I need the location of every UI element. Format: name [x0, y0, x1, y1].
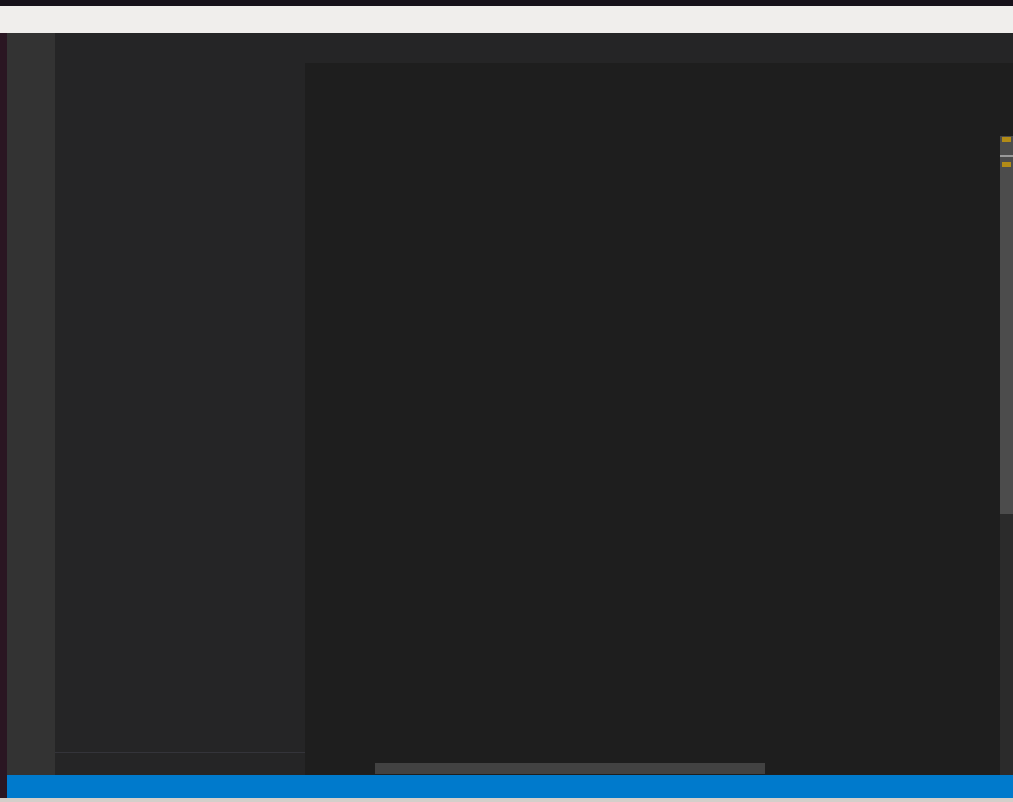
ruler-cursor-marker — [1000, 155, 1013, 157]
activity-bar — [7, 33, 55, 775]
overview-ruler[interactable] — [1000, 136, 1013, 775]
desktop-left-edge — [0, 33, 7, 798]
ruler-warning-marker — [1002, 162, 1011, 167]
tab-bar — [305, 33, 1013, 63]
outline-section-header[interactable] — [55, 752, 305, 775]
code-editor[interactable] — [305, 84, 1013, 775]
status-bar — [7, 775, 1013, 798]
ruler-warning-marker — [1002, 137, 1011, 142]
breadcrumb — [305, 63, 1013, 84]
editor-group — [305, 33, 1013, 775]
workspace-section-header[interactable] — [55, 67, 305, 91]
window-bottom-edge — [0, 798, 1013, 802]
minimap[interactable] — [932, 136, 1000, 775]
horizontal-scrollbar[interactable] — [375, 763, 765, 774]
menu-bar — [0, 6, 1013, 33]
explorer-sidebar — [55, 33, 305, 775]
scrollbar-slider[interactable] — [1000, 136, 1013, 514]
